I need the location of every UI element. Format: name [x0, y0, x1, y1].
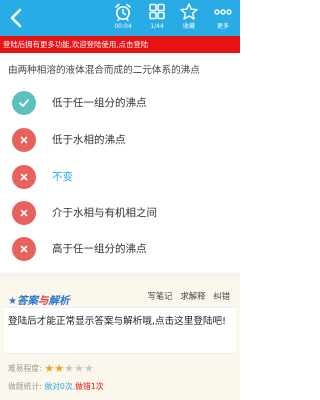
- option-d-label: 介于水相与有机相之间: [52, 207, 157, 219]
- option-a[interactable]: 低于任一组分的沸点: [12, 91, 232, 115]
- timer-button[interactable]: 00:04: [106, 2, 140, 31]
- top-bar: 00:04 1/44 收藏 更多: [0, 0, 240, 36]
- star-outline-icon: [180, 3, 198, 20]
- question-index-button[interactable]: 1/44: [140, 2, 174, 31]
- star-filled-icon: ★: [54, 362, 65, 375]
- timer-value: 00:04: [114, 23, 132, 30]
- option-d[interactable]: 介于水相与有机相之间: [12, 201, 232, 225]
- difficulty-stars: ★★★★★: [44, 362, 94, 375]
- login-prompt-text: 登陆后才能正常显示答案与解析哦,点击这里登陆吧!: [8, 316, 226, 327]
- option-e-circle: [12, 237, 36, 261]
- more-dots-icon: [214, 9, 232, 15]
- write-note-link[interactable]: 写笔记: [148, 291, 173, 301]
- option-b-circle: [12, 128, 36, 152]
- check-icon: [19, 99, 29, 107]
- star-empty-icon: ★: [73, 362, 84, 375]
- option-a-circle: [12, 91, 36, 115]
- option-d-circle: [12, 201, 36, 225]
- option-c[interactable]: 不变: [12, 165, 232, 189]
- statistics-label: 做题统计:: [8, 382, 42, 391]
- option-b-label: 低于水相的沸点: [52, 134, 126, 146]
- back-arrow-icon: [10, 8, 22, 28]
- login-prompt-box[interactable]: 登陆后才能正常显示答案与解析哦,点击这里登陆吧!: [4, 307, 236, 354]
- x-icon: [20, 245, 28, 253]
- logo-answer-text: 答案: [16, 295, 38, 307]
- more-label: 更多: [216, 23, 229, 30]
- ask-explanation-link[interactable]: 求解释: [180, 291, 205, 301]
- statistics-row: 做题统计: 做对0次,做错1次: [8, 381, 104, 392]
- more-button[interactable]: 更多: [206, 2, 240, 31]
- difficulty-row: 难易程度: ★★★★★: [8, 362, 94, 375]
- option-e-label: 高于任一组分的沸点: [52, 243, 147, 255]
- alarm-clock-icon: [115, 3, 131, 22]
- favorite-button[interactable]: 收藏: [172, 2, 206, 31]
- logo-and-text: 与: [37, 295, 49, 307]
- x-icon: [20, 209, 28, 217]
- question-text: 由两种相溶的液体混合而成的二元体系的沸点: [8, 65, 200, 76]
- star-empty-icon: ★: [64, 362, 74, 375]
- logo-star-icon: ★: [8, 296, 17, 307]
- option-c-label: 不变: [52, 171, 73, 183]
- favorite-label: 收藏: [182, 23, 195, 30]
- report-error-link[interactable]: 纠错: [213, 291, 230, 301]
- answer-panel: ★答案与解析 写笔记 求解释 纠错 登陆后才能正常显示答案与解析哦,点击这里登陆吧!…: [0, 277, 240, 400]
- option-a-label: 低于任一组分的沸点: [52, 97, 147, 109]
- star-filled-icon: ★: [44, 362, 55, 375]
- question-progress: 1/44: [150, 23, 164, 30]
- x-icon: [20, 136, 28, 144]
- option-e[interactable]: 高于任一组分的沸点: [12, 237, 232, 261]
- star-empty-icon: ★: [83, 362, 94, 375]
- answer-actions: 写笔记 求解释 纠错: [140, 290, 230, 302]
- login-banner-text: 登陆后拥有更多功能,欢迎登陆使用,点击登陆: [3, 40, 149, 49]
- answer-analysis-logo: ★答案与解析: [8, 289, 69, 307]
- option-c-circle: [12, 165, 36, 189]
- grid-icon: [149, 3, 165, 20]
- login-banner[interactable]: 登陆后拥有更多功能,欢迎登陆使用,点击登陆: [0, 36, 240, 53]
- back-button[interactable]: [8, 7, 24, 29]
- difficulty-label: 难易程度:: [8, 364, 42, 373]
- correct-count: 做对0次: [44, 382, 73, 391]
- logo-analysis-text: 解析: [48, 295, 70, 307]
- wrong-count: 做错1次: [75, 382, 104, 391]
- option-b[interactable]: 低于水相的沸点: [12, 128, 232, 152]
- x-icon: [20, 173, 28, 181]
